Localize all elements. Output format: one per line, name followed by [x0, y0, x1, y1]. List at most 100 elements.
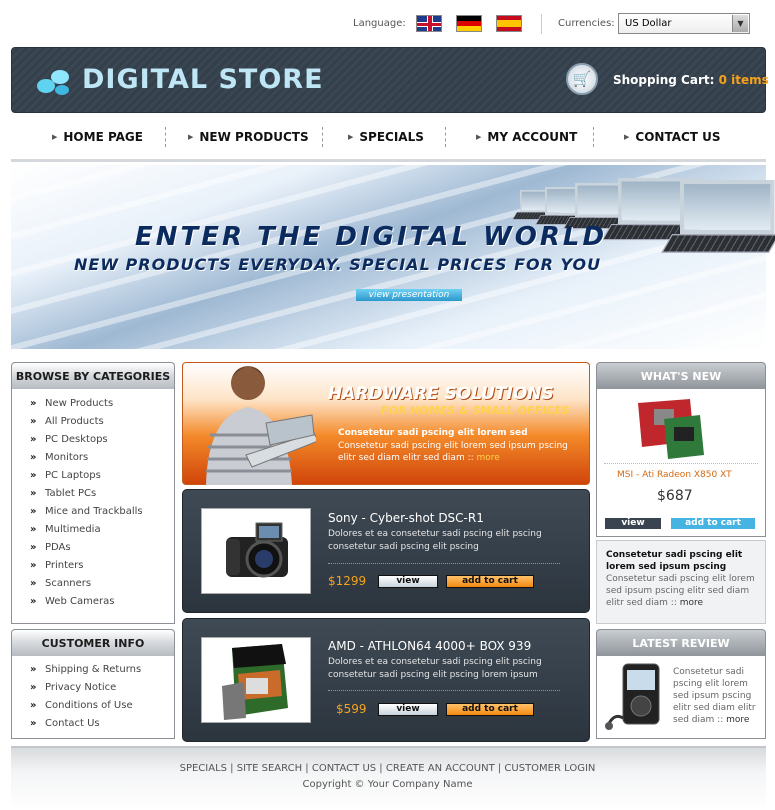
site-footer	[11, 746, 766, 810]
category-item[interactable]: PC Laptops	[12, 467, 174, 485]
logo-icon	[37, 70, 69, 95]
whats-new-header: WHAT'S NEW	[596, 362, 766, 389]
person-with-laptop-image	[206, 366, 316, 485]
latest-review-more-link[interactable]: more	[726, 715, 749, 725]
spain-flag-icon[interactable]	[496, 15, 522, 32]
camera-icon	[226, 522, 288, 578]
category-item[interactable]: Multimedia	[12, 521, 174, 539]
arrow-right-icon: ▶	[476, 133, 482, 141]
footer-links: SPECIALS | SITE SEARCH | CONTACT US | CR…	[179, 763, 596, 774]
arrow-right-icon: ▶	[624, 133, 630, 141]
category-item[interactable]: Tablet PCs	[12, 485, 174, 503]
promo-subtitle: FOR HOMES & SMALL OFFICES	[381, 404, 570, 417]
nav-home-label: HOME PAGE	[63, 130, 143, 144]
uk-flag-icon[interactable]	[416, 15, 442, 32]
promo-more-link[interactable]: more	[477, 453, 500, 463]
nav-separator	[165, 127, 166, 147]
product-image-camera[interactable]	[201, 508, 311, 594]
banner-headline: ENTER THE DIGITAL WORLD	[135, 222, 608, 252]
promo-text: Consetetur sadi pscing elit lorem sed ip…	[338, 441, 568, 463]
copyright-text: Copyright © Your Company Name	[302, 779, 473, 790]
latest-review-text-block: Consetetur sadi pscing elit lorem sed ip…	[673, 666, 761, 726]
language-label: Language:	[353, 18, 406, 29]
footer-link-customer-login[interactable]: CUSTOMER LOGIN	[504, 763, 595, 774]
nav-separator	[445, 127, 446, 147]
nav-home[interactable]: ▶ HOME PAGE	[52, 130, 143, 144]
promo-text-block: Consetetur sadi pscing elit lorem sed ip…	[338, 440, 578, 464]
category-item[interactable]: Web Cameras	[12, 593, 174, 611]
category-item[interactable]: PC Desktops	[12, 431, 174, 449]
currency-selected-value: US Dollar	[625, 18, 672, 29]
nav-specials[interactable]: ▶ SPECIALS	[348, 130, 424, 144]
product-description: Dolores et ea consetetur sadi pscing eli…	[328, 657, 542, 680]
category-item[interactable]: Monitors	[12, 449, 174, 467]
chevron-down-icon: ▼	[732, 15, 748, 32]
latest-review-header: LATEST REVIEW	[596, 629, 766, 656]
product-price: $1299	[328, 574, 367, 588]
product-price: $599	[336, 702, 367, 716]
category-item[interactable]: Printers	[12, 557, 174, 575]
footer-link-site-search[interactable]: SITE SEARCH	[237, 763, 302, 774]
view-button[interactable]: view	[378, 575, 438, 588]
customer-info-item[interactable]: Contact Us	[12, 715, 174, 733]
divider	[328, 563, 560, 564]
media-player-image[interactable]	[603, 662, 663, 732]
nav-new-products[interactable]: ▶ NEW PRODUCTS	[188, 130, 309, 144]
customer-info-item[interactable]: Conditions of Use	[12, 697, 174, 715]
nav-my-account[interactable]: ▶ MY ACCOUNT	[476, 130, 577, 144]
laptop-image	[661, 180, 775, 253]
nav-separator	[593, 127, 594, 147]
add-to-cart-button[interactable]: add to cart	[446, 703, 534, 716]
cart-count: 0 items	[718, 73, 769, 87]
banner-subline: NEW PRODUCTS EVERYDAY. SPECIAL PRICES FO…	[74, 255, 602, 274]
nav-specials-label: SPECIALS	[359, 130, 424, 144]
customer-info-item[interactable]: Shipping & Returns	[12, 661, 174, 679]
arrow-right-icon: ▶	[348, 133, 354, 141]
currency-select[interactable]: US Dollar ▼	[618, 13, 750, 34]
divider	[604, 463, 758, 464]
nav-contact-us-label: CONTACT US	[635, 130, 721, 144]
arrow-right-icon: ▶	[188, 133, 194, 141]
footer-link-contact-us[interactable]: CONTACT US	[312, 763, 376, 774]
whats-new-product-name[interactable]: MSI - Ati Radeon X850 XT	[617, 470, 732, 480]
product-image-cpu-box[interactable]	[201, 637, 311, 723]
promo-bold-text: Consetetur sadi pscing elit lorem sed	[338, 428, 528, 438]
footer-link-create-account[interactable]: CREATE AN ACCOUNT	[386, 763, 495, 774]
divider	[541, 14, 542, 34]
add-to-cart-button[interactable]: add to cart	[446, 575, 534, 588]
category-item[interactable]: PDAs	[12, 539, 174, 557]
add-to-cart-button[interactable]: add to cart	[671, 518, 755, 529]
view-presentation-button[interactable]: view presentation	[356, 289, 462, 301]
footer-link-specials[interactable]: SPECIALS	[180, 763, 227, 774]
currency-label: Currencies:	[558, 18, 615, 29]
category-item[interactable]: All Products	[12, 413, 174, 431]
cpu-box-icon	[222, 644, 288, 720]
nav-contact-us[interactable]: ▶ CONTACT US	[624, 130, 721, 144]
arrow-right-icon: ▶	[52, 133, 58, 141]
logo-text[interactable]: DIGITAL STORE	[82, 64, 324, 95]
customer-info-header: CUSTOMER INFO	[11, 629, 175, 656]
germany-flag-icon[interactable]	[456, 15, 482, 32]
categories-header: BROWSE BY CATEGORIES	[11, 362, 175, 389]
promo-title: HARDWARE SOLUTIONS	[328, 384, 554, 404]
nav-separator	[322, 127, 323, 147]
view-button[interactable]: view	[605, 518, 661, 529]
categories-list: New Products All Products PC Desktops Mo…	[11, 389, 175, 624]
shopping-cart-link[interactable]: Shopping Cart: 0 items	[613, 73, 769, 87]
shopping-cart-icon[interactable]: 🛒	[566, 63, 598, 95]
whats-new-bold-text: Consetetur sadi pscing elit lorem sed ip…	[606, 550, 743, 572]
product-description: Dolores et ea consetetur sadi pscing eli…	[328, 529, 542, 552]
product-title[interactable]: AMD - ATHLON64 4000+ BOX 939	[328, 639, 531, 653]
category-item[interactable]: Mice and Trackballs	[12, 503, 174, 521]
category-item[interactable]: Scanners	[12, 575, 174, 593]
nav-my-account-label: MY ACCOUNT	[487, 130, 578, 144]
product-title[interactable]: Sony - Cyber-shot DSC-R1	[328, 511, 484, 525]
graphics-card-image[interactable]	[634, 397, 706, 459]
view-button[interactable]: view	[378, 703, 438, 716]
category-item[interactable]: New Products	[12, 395, 174, 413]
divider	[328, 690, 560, 691]
whats-new-more-link[interactable]: more	[680, 598, 703, 608]
whats-new-text-block: Consetetur sadi pscing elit lorem sed ip…	[606, 573, 760, 609]
nav-new-products-label: NEW PRODUCTS	[199, 130, 309, 144]
customer-info-item[interactable]: Privacy Notice	[12, 679, 174, 697]
